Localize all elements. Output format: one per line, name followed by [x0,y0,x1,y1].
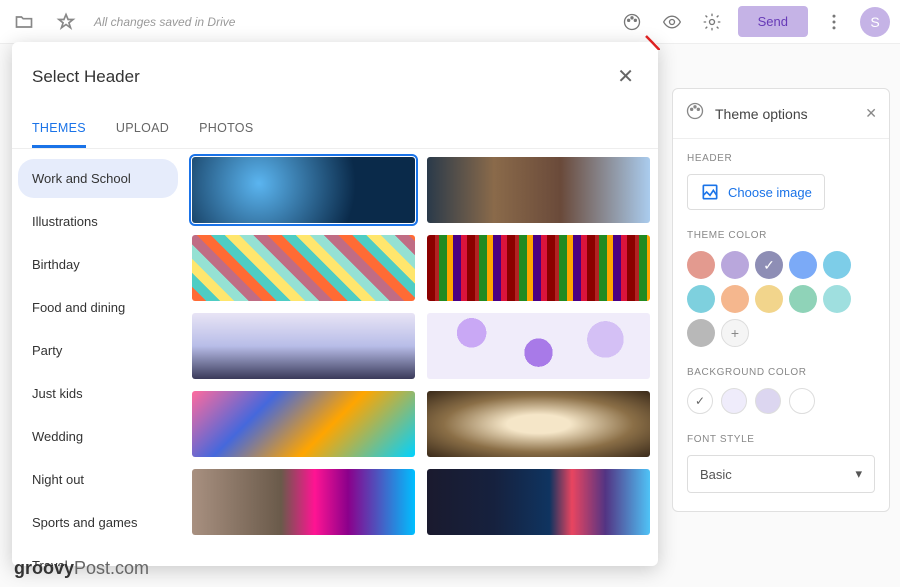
background-color-label: BACKGROUND COLOR [687,367,875,378]
select-header-dialog: Select Header ✕ THEMES UPLOAD PHOTOS Wor… [12,42,658,566]
tab-upload[interactable]: UPLOAD [116,111,169,148]
category-list: Work and School Illustrations Birthday F… [12,149,184,566]
star-icon[interactable] [52,8,80,36]
category-birthday[interactable]: Birthday [18,245,178,284]
header-thumb[interactable] [192,235,415,301]
theme-color-swatch[interactable] [755,285,783,313]
background-color-swatch[interactable]: ✓ [687,388,713,414]
category-night-out[interactable]: Night out [18,460,178,499]
theme-color-swatch[interactable] [823,251,851,279]
tab-photos[interactable]: PHOTOS [199,111,253,148]
theme-color-swatch[interactable] [721,251,749,279]
header-thumb[interactable] [427,235,650,301]
header-thumbnails [184,149,658,566]
gear-icon[interactable] [698,8,726,36]
header-thumb[interactable] [427,469,650,535]
category-work-school[interactable]: Work and School [18,159,178,198]
send-button[interactable]: Send [738,6,808,37]
palette-icon [685,101,705,126]
preview-icon[interactable] [658,8,686,36]
theme-color-swatch[interactable] [687,319,715,347]
category-illustrations[interactable]: Illustrations [18,202,178,241]
theme-color-swatch[interactable] [721,285,749,313]
header-thumb[interactable] [192,469,415,535]
background-color-swatch[interactable] [755,388,781,414]
theme-color-label: THEME COLOR [687,230,875,241]
watermark: groovyPost.com [14,558,149,579]
chevron-down-icon: ▾ [855,466,862,482]
category-kids[interactable]: Just kids [18,374,178,413]
top-toolbar: All changes saved in Drive Send S [0,0,900,44]
category-sports[interactable]: Sports and games [18,503,178,542]
theme-options-panel: Theme options ✕ HEADER Choose image THEM… [672,88,890,512]
theme-color-swatch[interactable] [789,251,817,279]
category-party[interactable]: Party [18,331,178,370]
header-thumb[interactable] [427,313,650,379]
background-color-swatch[interactable] [789,388,815,414]
dialog-tabs: THEMES UPLOAD PHOTOS [12,111,658,149]
avatar[interactable]: S [860,7,890,37]
save-status: All changes saved in Drive [94,15,235,29]
choose-image-button[interactable]: Choose image [687,174,825,210]
category-food[interactable]: Food and dining [18,288,178,327]
header-thumb[interactable] [427,157,650,223]
choose-image-label: Choose image [728,185,812,200]
theme-color-swatch[interactable] [789,285,817,313]
theme-color-swatch[interactable] [687,285,715,313]
background-color-swatches: ✓ [687,388,875,414]
tab-themes[interactable]: THEMES [32,111,86,148]
panel-title: Theme options [715,106,855,122]
folder-icon[interactable] [10,8,38,36]
header-thumb[interactable] [427,391,650,457]
palette-icon[interactable] [618,8,646,36]
theme-color-swatch[interactable] [823,285,851,313]
add-color-button[interactable]: + [721,319,749,347]
close-icon[interactable]: ✕ [613,60,638,93]
header-section-label: HEADER [687,153,875,164]
more-icon[interactable] [820,8,848,36]
header-thumb[interactable] [192,157,415,223]
dialog-title: Select Header [32,67,140,87]
font-style-select[interactable]: Basic ▾ [687,455,875,493]
close-icon[interactable]: ✕ [865,105,877,122]
header-thumb[interactable] [192,391,415,457]
font-style-value: Basic [700,467,732,482]
font-style-label: FONT STYLE [687,434,875,445]
header-thumb[interactable] [192,313,415,379]
theme-color-swatches: ✓+ [687,251,875,347]
theme-color-swatch[interactable] [687,251,715,279]
background-color-swatch[interactable] [721,388,747,414]
theme-color-swatch[interactable]: ✓ [755,251,783,279]
category-wedding[interactable]: Wedding [18,417,178,456]
